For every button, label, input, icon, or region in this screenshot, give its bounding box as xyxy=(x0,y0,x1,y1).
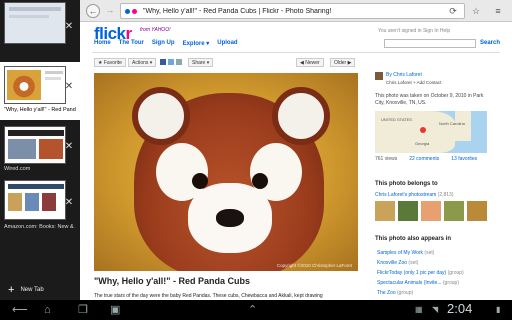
views-count: 761 views xyxy=(375,156,398,162)
plus-icon: + xyxy=(8,284,15,296)
facebook-share-icon[interactable] xyxy=(160,59,166,65)
search-button[interactable]: Search xyxy=(480,40,500,46)
appears-item[interactable]: Spectacular Animals (Invite... (group) xyxy=(377,280,459,286)
tab-label-3: Wired.com xyxy=(4,166,31,172)
favicon-pink-dot xyxy=(132,8,137,14)
appears-heading: This photo also appears in xyxy=(375,236,452,242)
belongs-heading: This photo belongs to xyxy=(375,181,438,187)
back-nav-icon[interactable]: ⟵ xyxy=(12,303,28,317)
favorite-button[interactable]: ★ Favorite xyxy=(94,58,126,67)
new-tab-label: New Tab xyxy=(20,287,44,293)
panda-right-ear xyxy=(272,87,330,145)
home-nav-icon[interactable]: ⌂ xyxy=(44,303,51,317)
tab-strip: ✕ ✕ "Why, Hello y'all!" - Red Panda C...… xyxy=(0,0,80,300)
stream-thumb[interactable] xyxy=(398,201,418,221)
keyboard-hide-icon[interactable]: ⌃ xyxy=(248,303,257,317)
system-bar: ⟵ ⌂ ❐ ▣ ⌃ ▦ ◥ ▮ xyxy=(0,300,512,320)
taken-line-2: City, Knoxville, TN, US. xyxy=(375,100,427,106)
back-button[interactable]: ← xyxy=(86,4,100,18)
new-tab-button[interactable]: + New Tab xyxy=(8,284,44,296)
signin-text[interactable]: You aren't signed in Sign In Help xyxy=(378,28,450,34)
photo-title: "Why, Hello y'all!" - Red Panda Cubs xyxy=(94,276,251,286)
yahoo-badge: from YAHOO! xyxy=(140,27,171,33)
map-label-ga: Georgia xyxy=(415,141,430,146)
owner-by[interactable]: By Chris Laforet xyxy=(386,72,422,78)
photostream-link[interactable]: Chris Laforet's photostream (2,813) xyxy=(375,192,454,198)
refresh-icon[interactable]: ⟳ xyxy=(447,5,459,17)
nav-explore[interactable]: Explore ▾ xyxy=(183,40,210,47)
tab-close-1[interactable]: ✕ xyxy=(64,22,74,32)
bookmark-star-icon[interactable]: ☆ xyxy=(470,5,482,17)
appears-item[interactable]: Knoxville Zoo (set) xyxy=(377,260,418,266)
search-input[interactable] xyxy=(384,39,476,48)
older-button[interactable]: Older ▶ xyxy=(330,58,356,67)
panda-left-ear xyxy=(132,87,190,145)
url-bar[interactable]: "Why, Hello y'all!" - Red Panda Cubs | F… xyxy=(120,3,465,19)
red-panda-photo[interactable]: Copyright ©2010 Christopher LaForet xyxy=(94,73,358,271)
tab-close-2[interactable]: ✕ xyxy=(64,82,74,92)
photo-description: The true stars of the day were the baby … xyxy=(94,293,323,299)
map-pin-icon xyxy=(420,127,426,133)
tab-thumbnail-4[interactable] xyxy=(4,180,66,220)
email-share-icon[interactable] xyxy=(176,59,182,65)
panda-left-eye xyxy=(192,173,208,189)
taken-line-1: This photo was taken on October 9, 2010 … xyxy=(375,93,484,99)
tab-thumbnail-1[interactable] xyxy=(4,2,66,44)
nav-signup[interactable]: Sign Up xyxy=(152,40,175,47)
owner-avatar[interactable] xyxy=(375,72,383,80)
tab-close-4[interactable]: ✕ xyxy=(64,198,74,208)
twitter-share-icon[interactable] xyxy=(168,59,174,65)
recent-apps-icon[interactable]: ❐ xyxy=(78,303,88,317)
nav-upload[interactable]: Upload xyxy=(217,40,237,47)
forward-button[interactable]: → xyxy=(103,4,117,18)
stream-thumb[interactable] xyxy=(467,201,487,221)
tab-close-3[interactable]: ✕ xyxy=(64,142,74,152)
tab-label-4: Amazon.com: Books: New & ... xyxy=(4,224,76,230)
panda-right-eye xyxy=(252,173,268,189)
photo-stats: 761 views 22 comments 13 favorites xyxy=(375,156,477,162)
photostream-thumbnails xyxy=(375,201,487,221)
stream-thumb[interactable] xyxy=(421,201,441,221)
favicon-blue-dot xyxy=(125,8,130,14)
screenshot-icon[interactable]: ▣ xyxy=(110,303,120,317)
tab-thumbnail-2[interactable] xyxy=(4,66,66,104)
tab-label-2: "Why, Hello y'all!" - Red Panda C... xyxy=(4,107,76,113)
actions-button[interactable]: Actions ▾ xyxy=(128,58,157,67)
appears-item[interactable]: FlickrToday (only 1 pic per day) (group) xyxy=(377,270,464,276)
share-button[interactable]: Share ▾ xyxy=(188,58,214,67)
favorites-count[interactable]: 13 favorites xyxy=(451,156,477,162)
browser-toolbar: ← → "Why, Hello y'all!" - Red Panda Cubs… xyxy=(80,0,512,22)
stream-thumb[interactable] xyxy=(444,201,464,221)
browser-window: ← → "Why, Hello y'all!" - Red Panda Cubs… xyxy=(80,0,512,300)
notification-icon[interactable]: ▦ xyxy=(415,303,423,317)
screen: { "browser": { "url_title": "\"Why, Hell… xyxy=(0,0,512,320)
appears-item[interactable]: The Zoo (group) xyxy=(377,290,413,296)
panda-nose xyxy=(216,209,244,227)
map-label-us: UNITED STATES xyxy=(381,117,412,122)
header-divider xyxy=(92,52,500,53)
battery-icon: ▮ xyxy=(496,305,501,314)
map-label-nc: North Carolina xyxy=(439,121,465,126)
tab-thumbnail-3[interactable] xyxy=(4,126,66,164)
photo-credit: Copyright ©2010 Christopher LaForet xyxy=(276,263,352,268)
menu-icon[interactable]: ≡ xyxy=(492,5,504,17)
url-text: "Why, Hello y'all!" - Red Panda Cubs | F… xyxy=(143,7,332,15)
comments-count[interactable]: 22 comments xyxy=(409,156,439,162)
nav-home[interactable]: Home xyxy=(94,40,111,47)
owner-sub[interactable]: Chris Laforet + Add Contact xyxy=(386,80,441,85)
location-map[interactable]: UNITED STATES North Carolina Georgia xyxy=(375,111,487,153)
main-nav: Home The Tour Sign Up Explore ▾ Upload xyxy=(94,40,238,47)
stream-thumb[interactable] xyxy=(375,201,395,221)
clock: 2:04 xyxy=(447,301,473,316)
nav-tour[interactable]: The Tour xyxy=(119,40,144,47)
newer-button[interactable]: ◀ Newer xyxy=(296,58,324,67)
wifi-icon: ◥ xyxy=(432,305,439,314)
appears-item[interactable]: Samples of My Work (set) xyxy=(377,250,434,256)
